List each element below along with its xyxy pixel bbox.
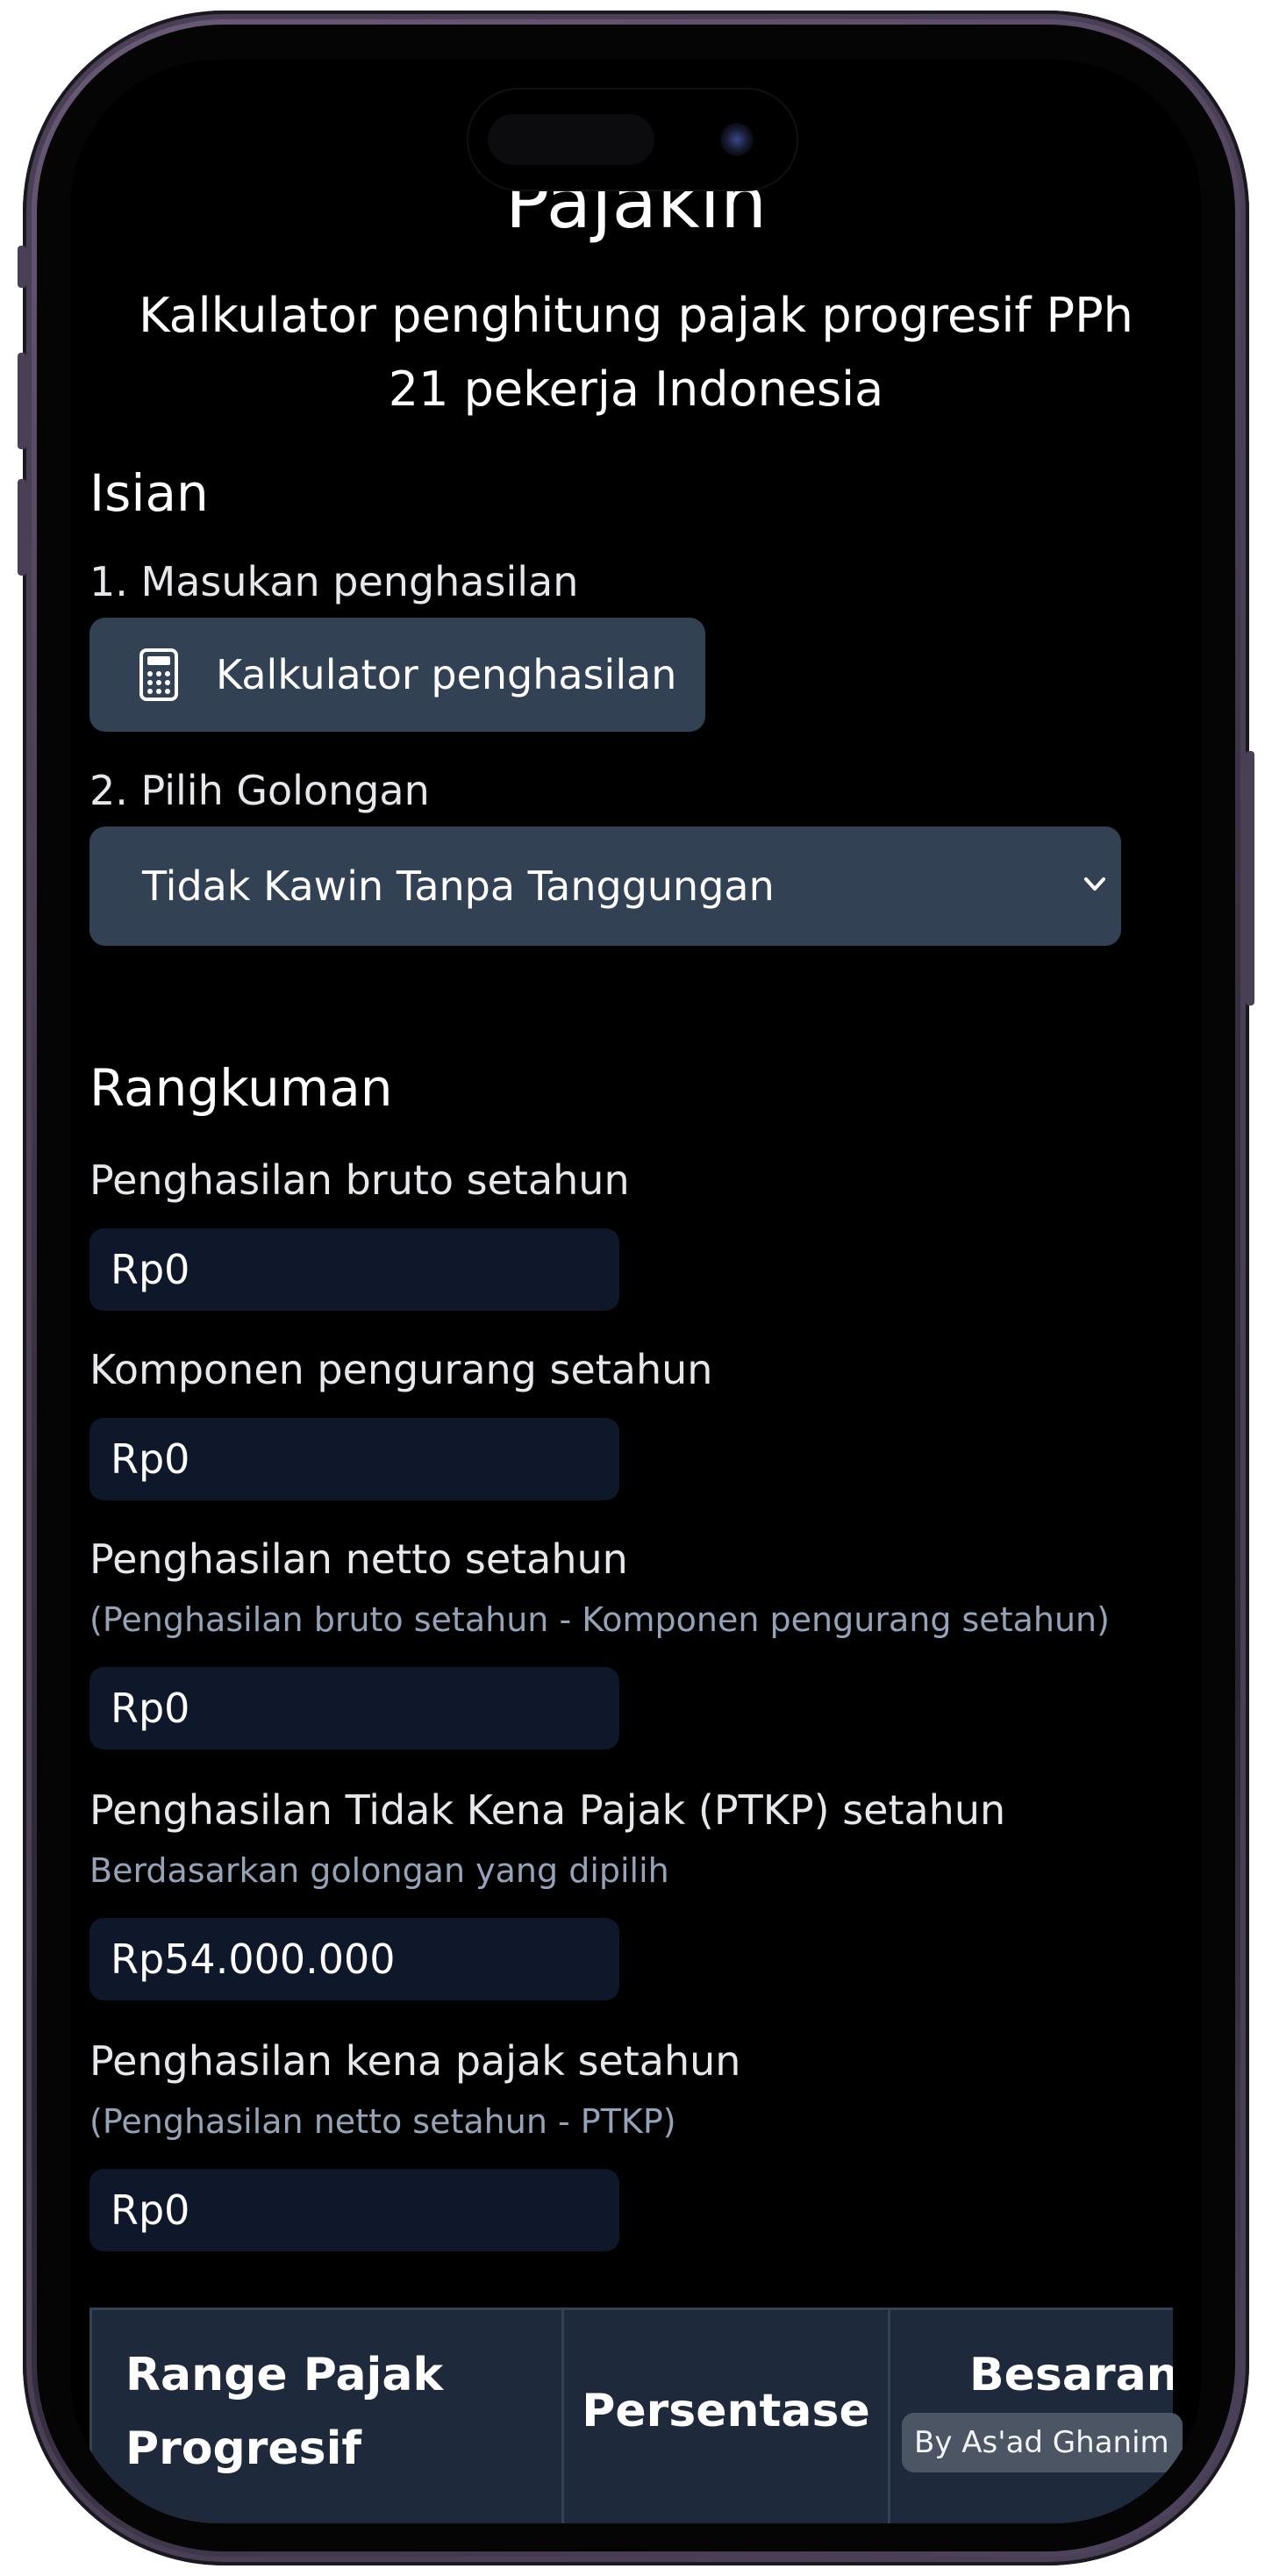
table-header-persentase: Persentase xyxy=(564,2310,890,2523)
step1-label: 1. Masukan penghasilan xyxy=(89,558,579,605)
phone-volume-down xyxy=(18,479,26,576)
income-calculator-label: Kalkulator penghasilan xyxy=(216,651,677,698)
pkp-hint: (Penghasilan netto setahun - PTKP) xyxy=(89,2102,676,2141)
section-heading-isian: Isian xyxy=(89,463,209,523)
netto-label: Penghasilan netto setahun xyxy=(89,1535,628,1583)
step2-label: 2. Pilih Golongan xyxy=(89,767,430,814)
ptkp-hint: Berdasarkan golongan yang dipilih xyxy=(89,1851,669,1890)
pkp-value: Rp0 xyxy=(89,2169,619,2251)
netto-hint: (Penghasilan bruto setahun - Komponen pe… xyxy=(89,1600,1110,1639)
phone-power-button xyxy=(1246,751,1254,1005)
dynamic-island xyxy=(468,89,797,190)
pengurang-value: Rp0 xyxy=(89,1418,619,1500)
section-heading-rangkuman: Rangkuman xyxy=(89,1058,393,1118)
phone-side-button xyxy=(18,246,26,288)
income-calculator-button[interactable]: Kalkulator penghasilan xyxy=(89,618,705,732)
ptkp-label: Penghasilan Tidak Kena Pajak (PTKP) seta… xyxy=(89,1786,1006,1834)
screen: Pajakin Kalkulator penghitung pajak prog… xyxy=(70,60,1202,2523)
calculator-icon xyxy=(139,648,178,701)
bruto-label: Penghasilan bruto setahun xyxy=(89,1156,630,1204)
bruto-value: Rp0 xyxy=(89,1228,619,1311)
golongan-selected-value: Tidak Kawin Tanpa Tanggungan xyxy=(142,862,775,910)
golongan-select[interactable]: Tidak Kawin Tanpa Tanggungan xyxy=(89,826,1121,946)
island-pill xyxy=(488,114,654,165)
chevron-down-icon xyxy=(1084,877,1105,891)
camera-icon xyxy=(720,123,754,156)
phone-volume-up xyxy=(18,353,26,449)
app-subtitle: Kalkulator penghitung pajak progresif PP… xyxy=(139,288,1133,417)
ptkp-value: Rp54.000.000 xyxy=(89,1918,619,2000)
pengurang-label: Komponen pengurang setahun xyxy=(89,1346,713,1393)
author-credit-badge[interactable]: By As'ad Ghanim xyxy=(902,2413,1183,2472)
pkp-label: Penghasilan kena pajak setahun xyxy=(89,2037,741,2085)
table-header-range: Range Pajak Progresif xyxy=(92,2310,564,2523)
netto-value: Rp0 xyxy=(89,1667,619,1750)
